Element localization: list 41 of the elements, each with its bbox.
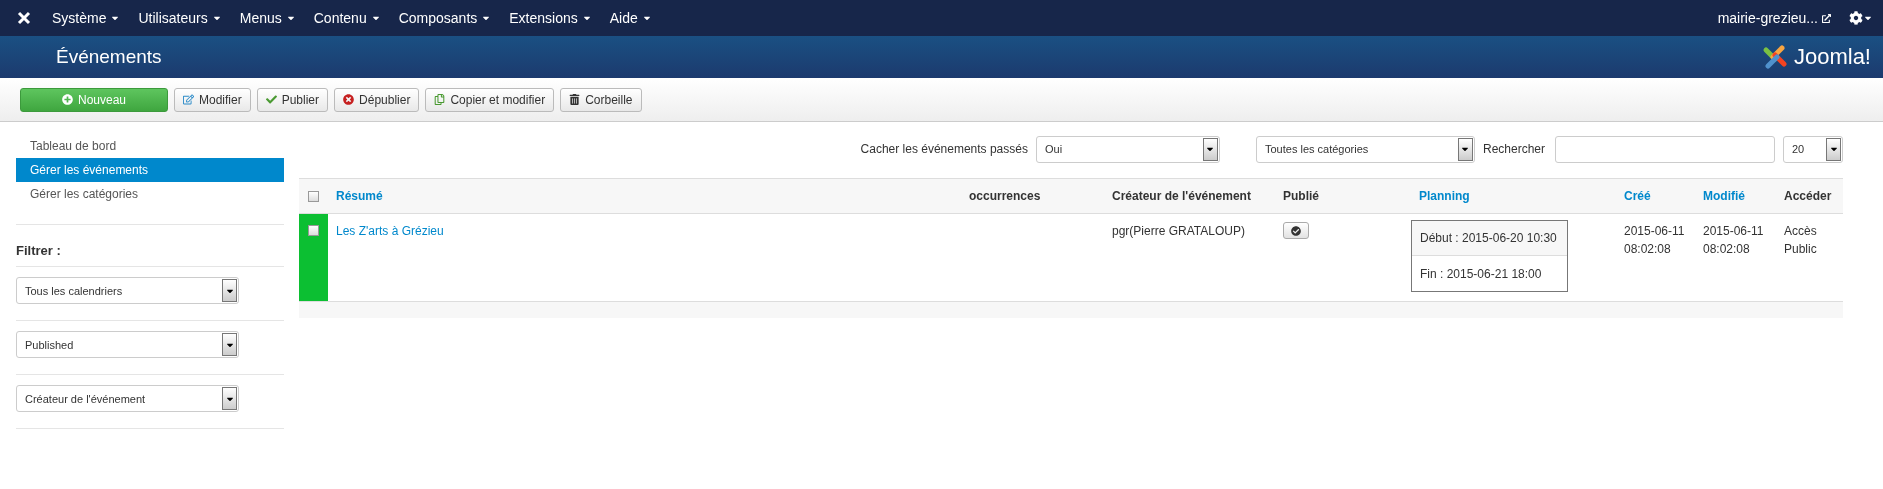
menu-item[interactable]: Utilisateurs	[138, 10, 222, 26]
menu-item[interactable]: Système	[52, 10, 121, 26]
column-header[interactable]: Planning	[1411, 178, 1616, 214]
event-link[interactable]: Les Z'arts à Grézieu	[336, 224, 444, 238]
site-link[interactable]: mairie-grezieu...	[1717, 10, 1831, 26]
sidebar-item[interactable]: Gérer les catégories	[16, 182, 284, 206]
sidebar-item[interactable]: Gérer les événements	[16, 158, 284, 182]
hide-past-select[interactable]: Oui	[1035, 135, 1220, 163]
menu-item[interactable]: Aide	[609, 10, 652, 26]
menu-item[interactable]: Menus	[239, 10, 296, 26]
trash-button[interactable]: Corbeille	[560, 87, 642, 112]
start-date: Début : 2015-06-20 10:30	[1412, 221, 1567, 256]
menu-item[interactable]: Extensions	[509, 10, 592, 26]
page-title: Événements	[56, 46, 163, 68]
menu-item[interactable]: Composants	[398, 10, 492, 26]
category-select[interactable]: Toutes les catégories	[1255, 135, 1475, 163]
filter-title: Filtrer :	[16, 225, 284, 267]
column-header: Accéder	[1776, 178, 1843, 214]
table-cell: 2015-06-11 08:02:08	[1624, 224, 1685, 256]
limit-select[interactable]: 20	[1783, 135, 1843, 163]
search-label: Rechercher	[1482, 142, 1545, 156]
table-cell: 2015-06-11 08:02:08	[1703, 224, 1764, 256]
column-header: Publié	[1275, 178, 1411, 214]
copy-button[interactable]: Copier et modifier	[425, 87, 555, 112]
table-cell: Accès Public	[1784, 224, 1817, 256]
column-header: occurrences	[961, 178, 1104, 214]
column-header[interactable]: Résumé	[328, 178, 961, 214]
hide-past-label: Cacher les événements passés	[860, 142, 1028, 156]
filter-select[interactable]: Tous les calendriers	[16, 277, 239, 304]
unpublish-button[interactable]: Dépublier	[334, 87, 420, 112]
sidebar-item[interactable]: Tableau de bord	[16, 134, 284, 158]
filter-select[interactable]: Published	[16, 331, 239, 358]
table-cell: pgr(Pierre GRATALOUP)	[1112, 224, 1245, 238]
column-header[interactable]: Modifié	[1695, 178, 1776, 214]
filter-select[interactable]: Créateur de l'événement	[16, 385, 239, 412]
brand-name: Joomla!	[1793, 44, 1871, 70]
publish-button[interactable]: Publier	[256, 87, 329, 112]
column-header[interactable]: Créé	[1616, 178, 1695, 214]
edit-button[interactable]: Modifier	[174, 87, 251, 112]
menu-item[interactable]: Contenu	[313, 10, 381, 26]
column-header: Créateur de l'événement	[1104, 178, 1275, 214]
